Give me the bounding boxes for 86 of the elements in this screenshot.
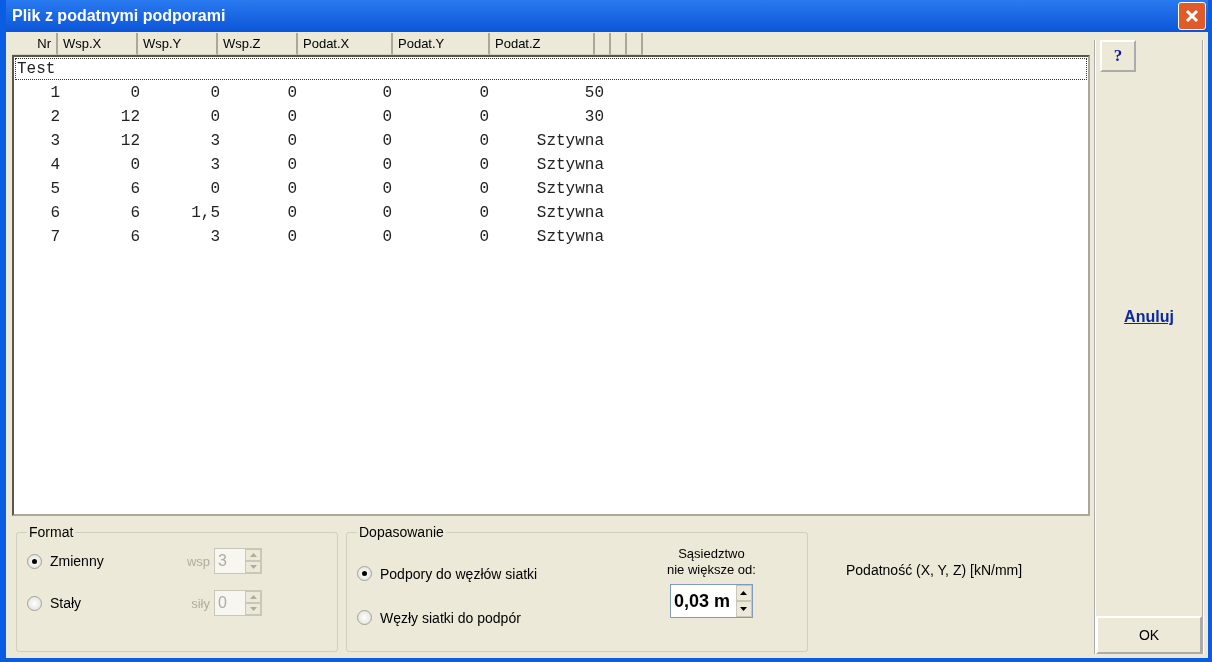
help-button[interactable]: ? (1100, 40, 1136, 72)
table-cell-text: 0 (286, 155, 297, 176)
radio-button[interactable] (357, 566, 372, 581)
down-arrow-icon (249, 565, 257, 569)
table-cell-text: 0 (209, 107, 220, 128)
table-cell-text: 12 (119, 131, 140, 152)
radio-label: Zmienny (50, 553, 105, 569)
column-header[interactable]: Podat.Y (393, 33, 490, 55)
table-cell-text: 2 (49, 107, 60, 128)
down-arrow-icon (740, 607, 748, 611)
field-label: Sąsiedztwo (678, 546, 745, 562)
table-cell-text: 0 (129, 83, 140, 104)
table-cell-text: 0 (286, 227, 297, 248)
spin-label: wsp (185, 553, 210, 569)
radio-label: Węzły siatki do podpór (380, 609, 521, 626)
column-header[interactable]: Podat.X (298, 33, 393, 55)
column-header[interactable]: Wsp.X (58, 33, 138, 55)
column-header[interactable] (595, 33, 611, 55)
down-arrow-icon (249, 607, 257, 611)
table-cell-text: 30 (583, 107, 604, 128)
table-cell-text: 0 (478, 203, 489, 224)
table-cell-text: 0 (286, 83, 297, 104)
table-cell-text: Sztywna (535, 155, 604, 176)
table-cell-text: 0 (381, 107, 392, 128)
table-cell-text: 6 (129, 203, 140, 224)
table-cell-text: 1,5 (190, 203, 220, 224)
column-header[interactable] (611, 33, 627, 55)
spin-field[interactable]: 0,03 m (669, 584, 753, 618)
table-cell-text: 6 (129, 227, 140, 248)
table-cell-text: 0 (286, 107, 297, 128)
table-cell-text: 0 (381, 131, 392, 152)
table-cell-text: 0 (209, 83, 220, 104)
table-cell-text: Sztywna (535, 227, 604, 248)
table-cell-text: 0 (478, 107, 489, 128)
up-arrow-icon (249, 595, 257, 599)
spin-label: siły (190, 595, 210, 611)
table-cell-text: 12 (119, 107, 140, 128)
table-cell-text: 0 (381, 203, 392, 224)
table-cell-text: 6 (49, 203, 60, 224)
table-cell-text: 1 (49, 83, 60, 104)
column-header[interactable]: Podat.Z (490, 33, 595, 55)
table-cell-text: 0 (286, 131, 297, 152)
cancel-link[interactable]: Anuluj (1124, 308, 1174, 326)
table-cell-text: 0 (381, 83, 392, 104)
table-cell-text: 0 (286, 203, 297, 224)
group-title: Dopasowanie (358, 524, 445, 540)
up-arrow-icon (249, 553, 257, 557)
radio-button[interactable] (357, 610, 372, 625)
table-cell-text: 0 (381, 179, 392, 200)
table-cell-text: 0 (286, 179, 297, 200)
table-cell-text: 0 (381, 155, 392, 176)
table-cell-text: 5 (49, 179, 60, 200)
table-cell-text: 50 (583, 83, 604, 104)
table-cell-text: 6 (129, 179, 140, 200)
column-header[interactable]: Nr (12, 33, 58, 55)
table-cell-text: 0 (478, 179, 489, 200)
table-cell-text: Sztywna (535, 179, 604, 200)
radio-label: Podpory do węzłów siatki (380, 565, 538, 582)
table-cell-text: 3 (209, 227, 220, 248)
window-title: Plik z podatnymi podporami (11, 7, 226, 25)
column-header[interactable]: Wsp.Y (138, 33, 218, 55)
table-cell-text: 0 (209, 179, 220, 200)
table-cell-text: 0 (129, 155, 140, 176)
close-button[interactable] (1178, 2, 1206, 30)
table-cell-text: 3 (209, 131, 220, 152)
up-arrow-icon (740, 591, 748, 595)
field-label: nie większe od: (667, 562, 756, 578)
table-cell-text: 0 (478, 155, 489, 176)
table-cell-text: 0 (381, 227, 392, 248)
table-cell-text: Sztywna (535, 203, 604, 224)
table-cell-text: 0 (478, 131, 489, 152)
group-title: Format (28, 524, 75, 540)
column-header[interactable]: Wsp.Z (218, 33, 298, 55)
table-cell-text: 3 (209, 155, 220, 176)
table-cell-text: 0 (478, 227, 489, 248)
units-label: Podatność (X, Y, Z) [kN/mm] (845, 561, 1023, 580)
table-cell-text: Sztywna (535, 131, 604, 152)
table-cell-text: 0 (478, 83, 489, 104)
close-icon (1184, 8, 1200, 24)
radio-label: Stały (50, 595, 83, 611)
ok-button[interactable]: OK (1096, 616, 1202, 654)
text-area[interactable]: Test 1 0 0 0 0 0 50 2 12 0 0 0 0 30 3 12 3 0 0 0 Sztywna 4 0 3 0 0 0 Sztywna 5 6 0 0 0 0 Sztywna 6 6 1,5 0 0 0 Sztywna 7 6 3 0 0 0 Sztywna (12, 55, 1090, 516)
table-cell-text: 7 (49, 227, 60, 248)
table-cell-text: 3 (49, 131, 60, 152)
column-header[interactable] (627, 33, 643, 55)
table-cell-text: 4 (49, 155, 60, 176)
